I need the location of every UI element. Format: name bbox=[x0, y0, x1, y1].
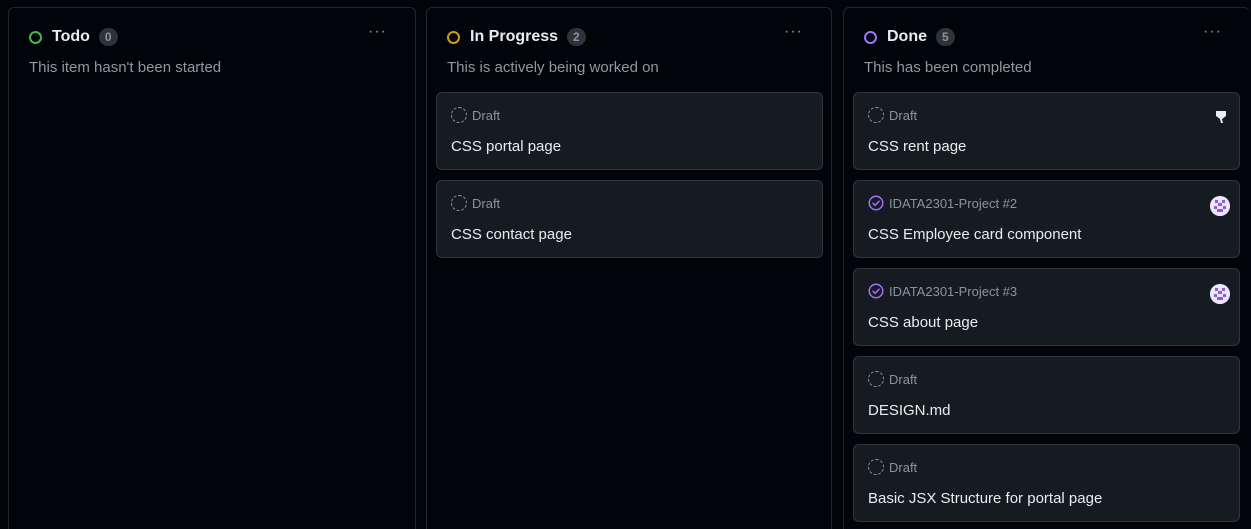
column-header: Todo 0 bbox=[29, 28, 118, 46]
card-meta-label: IDATA2301-Project #2 bbox=[889, 195, 1018, 211]
card-meta: IDATA2301-Project #2 bbox=[868, 195, 1017, 211]
draft-icon bbox=[868, 459, 884, 475]
column-count-badge: 2 bbox=[567, 28, 586, 46]
card-meta: Draft bbox=[868, 107, 917, 123]
avatar[interactable] bbox=[1210, 196, 1230, 216]
column-menu-button[interactable]: ··· bbox=[784, 24, 803, 40]
card-meta: Draft bbox=[868, 371, 917, 387]
status-circle-icon bbox=[29, 30, 42, 44]
avatar[interactable] bbox=[1210, 284, 1230, 304]
column-title: Done bbox=[887, 28, 927, 45]
draft-icon bbox=[451, 195, 467, 211]
card[interactable]: IDATA2301-Project #2 CSS Employee card c… bbox=[853, 180, 1240, 258]
draft-icon bbox=[868, 371, 884, 387]
card-title[interactable]: CSS rent page bbox=[868, 138, 966, 155]
card-title[interactable]: CSS portal page bbox=[451, 138, 561, 155]
card-title[interactable]: DESIGN.md bbox=[868, 402, 951, 419]
card[interactable]: Draft CSS rent page bbox=[853, 92, 1240, 170]
card-title[interactable]: CSS Employee card component bbox=[868, 226, 1081, 243]
draft-icon bbox=[868, 107, 884, 123]
column-done: Done 5 ··· This has been completed Draft… bbox=[843, 7, 1250, 529]
card-title[interactable]: CSS about page bbox=[868, 314, 978, 331]
card-meta: Draft bbox=[451, 107, 500, 123]
card[interactable]: Draft CSS contact page bbox=[436, 180, 823, 258]
card[interactable]: Draft DESIGN.md bbox=[853, 356, 1240, 434]
card-meta-label: Draft bbox=[472, 107, 501, 123]
card-meta: Draft bbox=[868, 459, 917, 475]
column-count-badge: 5 bbox=[936, 28, 955, 46]
column-header: Done 5 bbox=[864, 28, 955, 46]
card-title[interactable]: CSS contact page bbox=[451, 226, 572, 243]
issue-closed-icon bbox=[868, 195, 884, 211]
column-menu-button[interactable]: ··· bbox=[368, 24, 387, 40]
column-header: In Progress 2 bbox=[447, 28, 586, 46]
card-meta: Draft bbox=[451, 195, 500, 211]
column-description: This has been completed bbox=[864, 59, 1032, 76]
shield-icon bbox=[1216, 111, 1226, 123]
column-todo: Todo 0 ··· This item hasn't been started bbox=[8, 7, 416, 529]
card-meta-label: Draft bbox=[889, 107, 918, 123]
card[interactable]: Draft Basic JSX Structure for portal pag… bbox=[853, 444, 1240, 522]
project-board: Todo 0 ··· This item hasn't been started… bbox=[0, 0, 1251, 529]
card-meta-label: IDATA2301-Project #3 bbox=[889, 283, 1018, 299]
column-description: This is actively being worked on bbox=[447, 59, 659, 76]
card[interactable]: IDATA2301-Project #3 CSS about page bbox=[853, 268, 1240, 346]
column-title: In Progress bbox=[470, 28, 559, 45]
status-circle-icon bbox=[447, 30, 460, 44]
column-count-badge: 0 bbox=[98, 28, 118, 46]
card-meta-label: Draft bbox=[889, 371, 918, 387]
column-title: Todo bbox=[52, 28, 90, 45]
card-title[interactable]: Basic JSX Structure for portal page bbox=[868, 490, 1102, 507]
draft-icon bbox=[451, 107, 467, 123]
status-circle-icon bbox=[864, 30, 877, 44]
card[interactable]: Draft CSS portal page bbox=[436, 92, 823, 170]
card-meta-label: Draft bbox=[889, 459, 918, 475]
card-meta: IDATA2301-Project #3 bbox=[868, 283, 1017, 299]
column-description: This item hasn't been started bbox=[29, 59, 222, 76]
column-in-progress: In Progress 2 ··· This is actively being… bbox=[426, 7, 832, 529]
issue-closed-icon bbox=[868, 283, 884, 299]
column-menu-button[interactable]: ··· bbox=[1203, 24, 1222, 40]
card-meta-label: Draft bbox=[472, 195, 501, 211]
